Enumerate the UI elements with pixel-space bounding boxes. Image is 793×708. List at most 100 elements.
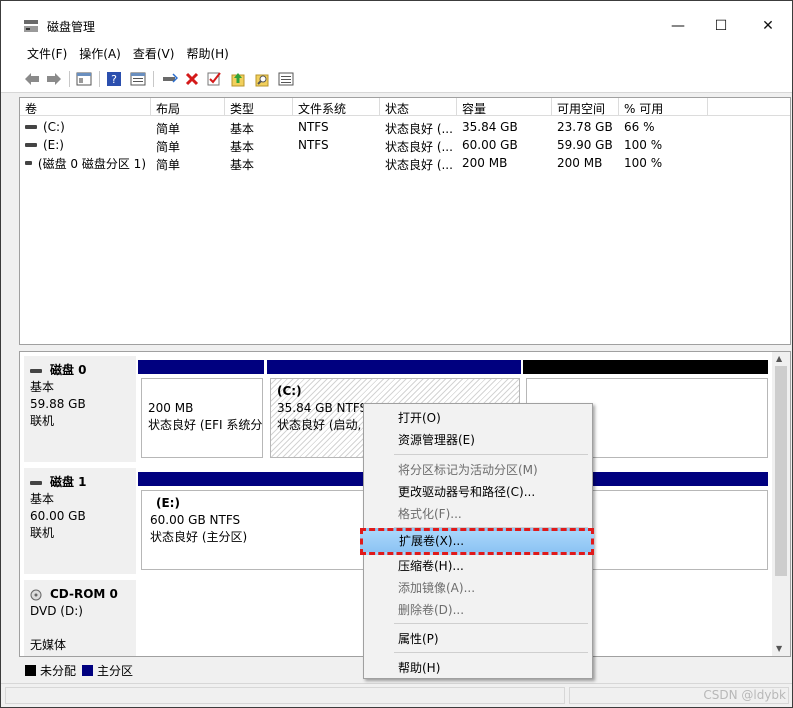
volume-capacity: 60.00 GB bbox=[462, 138, 518, 152]
menu-file[interactable]: 文件(F) bbox=[21, 41, 73, 65]
disk-management-icon bbox=[24, 20, 38, 32]
volume-name: (磁盘 0 磁盘分区 1) bbox=[37, 156, 146, 171]
primary-swatch bbox=[82, 664, 94, 676]
disk-type: DVD (D:) bbox=[30, 604, 83, 618]
partition-bar bbox=[138, 360, 264, 374]
disk-icon bbox=[30, 480, 42, 485]
menu-extend-volume[interactable]: 扩展卷(X)... bbox=[360, 528, 594, 555]
disk-management-window: 磁盘管理 — ☐ ✕ 文件(F) 操作(A) 查看(V) 帮助(H) ? 卷 布… bbox=[0, 0, 793, 708]
menu-open[interactable]: 打开(O) bbox=[364, 406, 592, 428]
volume-percent-free: 66 % bbox=[624, 120, 655, 134]
scroll-up-icon[interactable]: ▲ bbox=[776, 354, 782, 363]
disk-type: 基本 bbox=[30, 380, 55, 394]
legend-unallocated: 未分配 bbox=[40, 663, 77, 678]
menu-change-drive-letter[interactable]: 更改驱动器号和路径(C)... bbox=[364, 480, 592, 502]
scroll-down-icon[interactable]: ▼ bbox=[776, 644, 782, 653]
volume-capacity: 200 MB bbox=[462, 156, 508, 170]
volume-free-space: 200 MB bbox=[557, 156, 603, 170]
disk-icon bbox=[30, 368, 42, 373]
menu-view[interactable]: 查看(V) bbox=[127, 41, 181, 65]
volume-filesystem: NTFS bbox=[298, 120, 329, 134]
disk-name: 磁盘 1 bbox=[50, 475, 87, 489]
disk-size: 59.88 GB bbox=[30, 397, 86, 411]
volume-icon bbox=[25, 125, 37, 129]
disk-0-label[interactable]: 磁盘 0 基本 59.88 GB 联机 bbox=[24, 356, 136, 462]
volume-free-space: 23.78 GB bbox=[557, 120, 613, 134]
disk-1-label[interactable]: 磁盘 1 基本 60.00 GB 联机 bbox=[24, 468, 136, 574]
col-volume[interactable]: 卷 bbox=[20, 98, 151, 116]
volume-list-header: 卷 布局 类型 文件系统 状态 容量 可用空间 % 可用 bbox=[20, 98, 790, 116]
menu-action[interactable]: 操作(A) bbox=[73, 41, 127, 65]
volume-type: 基本 bbox=[230, 158, 255, 172]
col-type[interactable]: 类型 bbox=[225, 98, 293, 116]
cdrom-icon bbox=[30, 589, 42, 600]
unallocated-swatch bbox=[25, 664, 36, 676]
volume-status: 状态良好 (... bbox=[385, 158, 453, 172]
volume-name: (E:) bbox=[43, 138, 64, 152]
minimize-button[interactable]: — bbox=[663, 11, 693, 41]
partition-efi[interactable]: 200 MB 状态良好 (EFI 系统分 bbox=[141, 378, 263, 458]
volume-percent-free: 100 % bbox=[624, 156, 663, 170]
legend-primary: 主分区 bbox=[97, 663, 134, 678]
help-icon[interactable]: ? bbox=[105, 70, 123, 88]
check-icon[interactable] bbox=[205, 70, 223, 88]
properties-view-icon[interactable] bbox=[129, 70, 147, 88]
svg-text:?: ? bbox=[111, 73, 117, 86]
volume-status: 状态良好 (... bbox=[385, 122, 453, 136]
disk-state: 联机 bbox=[30, 414, 55, 428]
partition-status: 状态良好 (EFI 系统分 bbox=[148, 418, 263, 432]
volume-filesystem: NTFS bbox=[298, 138, 329, 152]
back-arrow-icon[interactable] bbox=[23, 70, 41, 88]
disk-name: 磁盘 0 bbox=[50, 363, 87, 377]
col-free-space[interactable]: 可用空间 bbox=[552, 98, 619, 116]
menu-format[interactable]: 格式化(F)... bbox=[364, 502, 592, 524]
vertical-scrollbar[interactable]: ▲ ▼ bbox=[772, 352, 790, 656]
menu-delete-volume[interactable]: 删除卷(D)... bbox=[364, 598, 592, 620]
title-bar: 磁盘管理 — ☐ ✕ bbox=[1, 1, 792, 41]
partition-label: (C:) bbox=[277, 384, 302, 398]
unallocated-bar bbox=[523, 360, 768, 374]
volume-filesystem bbox=[293, 154, 380, 172]
scroll-thumb[interactable] bbox=[775, 366, 787, 576]
disk-state: 联机 bbox=[30, 526, 55, 540]
menu-help[interactable]: 帮助(H) bbox=[180, 41, 234, 65]
col-layout[interactable]: 布局 bbox=[151, 98, 225, 116]
menu-properties[interactable]: 属性(P) bbox=[364, 627, 592, 649]
volume-type: 基本 bbox=[230, 122, 255, 136]
console-tree-icon[interactable] bbox=[75, 70, 93, 88]
col-percent-free[interactable]: % 可用 bbox=[619, 98, 708, 116]
menu-help-item[interactable]: 帮助(H) bbox=[364, 656, 592, 678]
menu-explorer[interactable]: 资源管理器(E) bbox=[364, 428, 592, 450]
list-view-icon[interactable] bbox=[277, 70, 295, 88]
status-bar: CSDN @ldybk bbox=[1, 683, 792, 707]
col-capacity[interactable]: 容量 bbox=[457, 98, 552, 116]
volume-name: (C:) bbox=[43, 120, 65, 134]
volume-layout: 简单 bbox=[156, 158, 181, 172]
volume-status: 状态良好 (... bbox=[385, 140, 453, 154]
table-row[interactable]: (E:) 简单 基本 NTFS 状态良好 (... 60.00 GB 59.90… bbox=[20, 136, 790, 154]
folder-search-icon[interactable] bbox=[253, 70, 271, 88]
maximize-button[interactable]: ☐ bbox=[706, 11, 736, 41]
menu-shrink-volume[interactable]: 压缩卷(H)... bbox=[364, 554, 592, 576]
col-status[interactable]: 状态 bbox=[380, 98, 457, 116]
volume-layout: 简单 bbox=[156, 122, 181, 136]
menu-bar: 文件(F) 操作(A) 查看(V) 帮助(H) bbox=[1, 41, 792, 65]
volume-free-space: 59.90 GB bbox=[557, 138, 613, 152]
disk-name: CD-ROM 0 bbox=[50, 587, 118, 601]
cdrom-0-label[interactable]: CD-ROM 0 DVD (D:) 无媒体 bbox=[24, 580, 136, 656]
volume-type: 基本 bbox=[230, 140, 255, 154]
table-row[interactable]: (C:) 简单 基本 NTFS 状态良好 (... 35.84 GB 23.78… bbox=[20, 118, 790, 136]
volume-icon bbox=[25, 161, 32, 165]
partition-size: 200 MB bbox=[148, 401, 194, 415]
delete-icon[interactable] bbox=[183, 70, 201, 88]
close-button[interactable]: ✕ bbox=[753, 11, 783, 41]
disk-state: 无媒体 bbox=[30, 638, 67, 652]
connect-disk-icon[interactable] bbox=[161, 70, 179, 88]
menu-add-mirror[interactable]: 添加镜像(A)... bbox=[364, 576, 592, 598]
volume-percent-free: 100 % bbox=[624, 138, 663, 152]
folder-up-icon[interactable] bbox=[229, 70, 247, 88]
menu-mark-active[interactable]: 将分区标记为活动分区(M) bbox=[364, 458, 592, 480]
forward-arrow-icon[interactable] bbox=[45, 70, 63, 88]
col-filesystem[interactable]: 文件系统 bbox=[293, 98, 380, 116]
table-row[interactable]: (磁盘 0 磁盘分区 1) 简单 基本 状态良好 (... 200 MB 200… bbox=[20, 154, 790, 172]
